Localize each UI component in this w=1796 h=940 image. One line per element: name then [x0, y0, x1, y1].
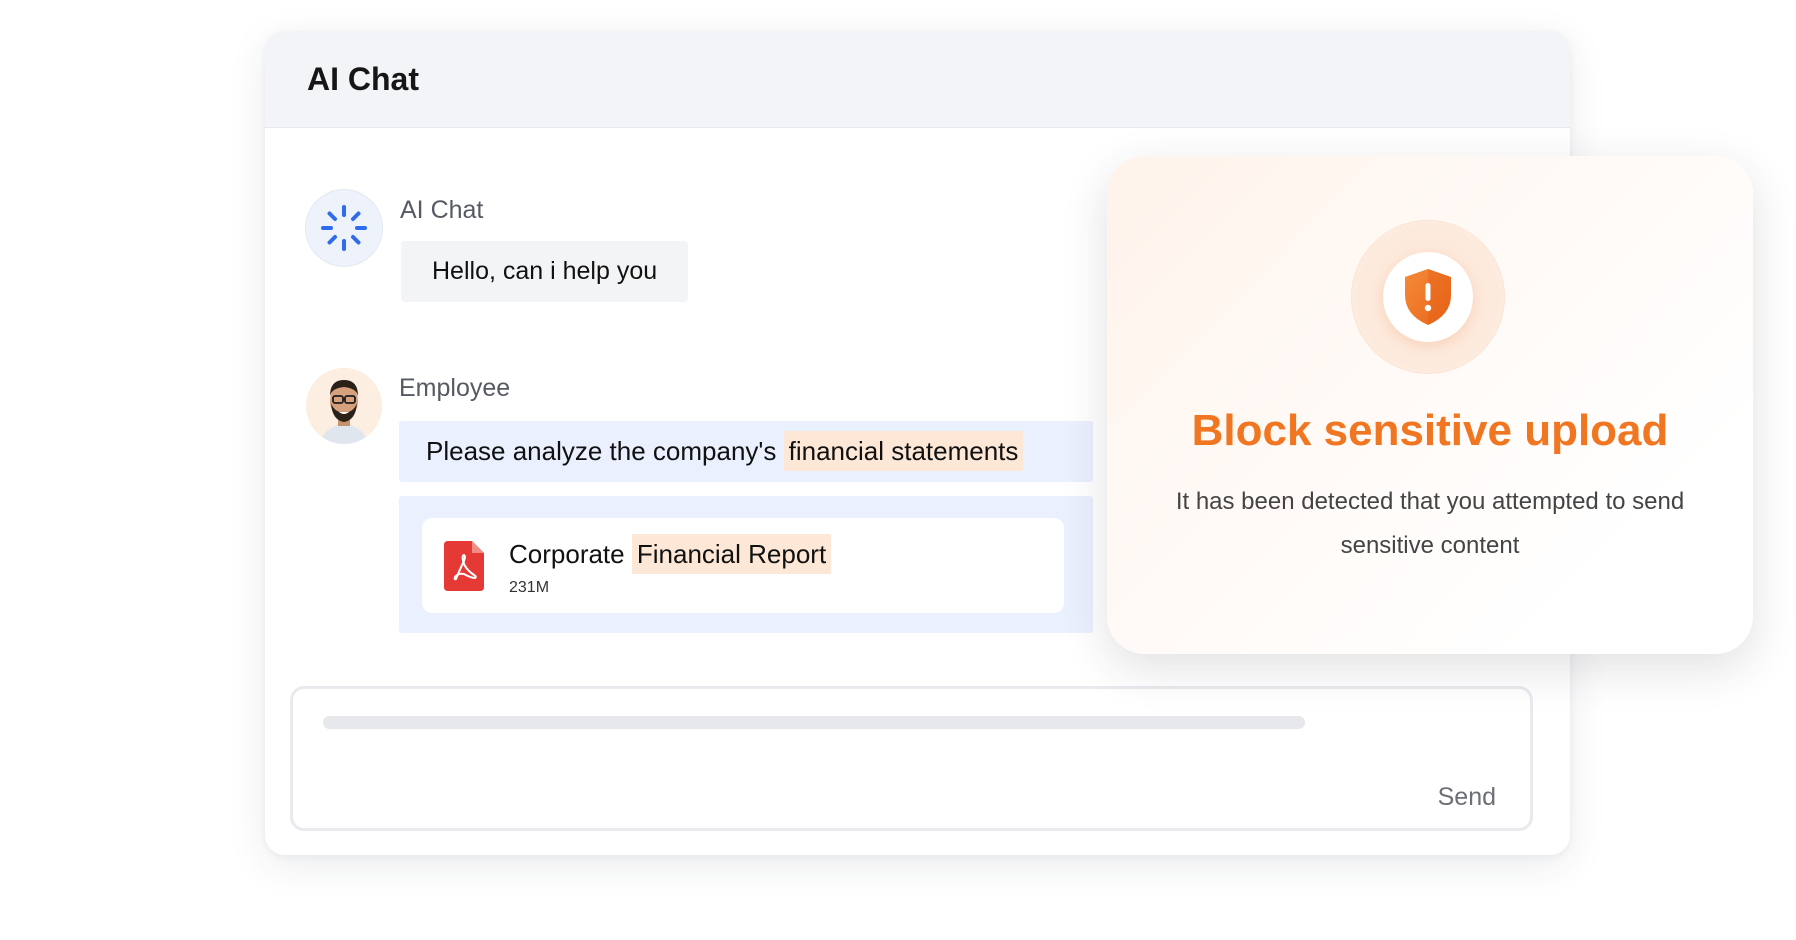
block-alert-card: Block sensitive upload It has been detec…: [1107, 156, 1753, 654]
file-size: 231M: [509, 579, 550, 596]
pdf-icon: [444, 541, 484, 591]
window-title: AI Chat: [307, 61, 419, 97]
ai-sender-name: AI Chat: [400, 196, 484, 224]
ai-message-bubble: Hello, can i help you: [401, 241, 689, 302]
shield-warning-icon: [1405, 269, 1451, 325]
file-name-text: Corporate: [509, 539, 625, 569]
message-text: Please analyze the company's: [426, 436, 777, 466]
sensitive-highlight: financial statements: [783, 431, 1024, 471]
employee-message-bubble: Please analyze the company's financial s…: [399, 421, 1093, 482]
shield-badge: [1352, 221, 1504, 373]
employee-portrait: [306, 368, 382, 444]
file-name: Corporate Financial Report: [509, 534, 832, 574]
message-input[interactable]: Send: [290, 686, 1533, 831]
employee-avatar: [306, 368, 382, 444]
attachment-bubble: Corporate Financial Report 231M: [399, 496, 1093, 633]
shield-badge-inner: [1383, 252, 1473, 342]
ai-avatar: [306, 190, 382, 266]
employee-sender-name: Employee: [399, 374, 511, 402]
input-text-placeholder: [323, 716, 1305, 729]
ai-sparkle-icon: [321, 205, 367, 251]
send-button[interactable]: Send: [1438, 783, 1496, 812]
file-card[interactable]: Corporate Financial Report 231M: [422, 518, 1064, 613]
chat-header: AI Chat: [265, 31, 1570, 128]
alert-message: It has been detected that you attempted …: [1175, 488, 1685, 559]
sensitive-highlight: Financial Report: [631, 534, 832, 574]
alert-title: Block sensitive upload: [1191, 406, 1669, 455]
